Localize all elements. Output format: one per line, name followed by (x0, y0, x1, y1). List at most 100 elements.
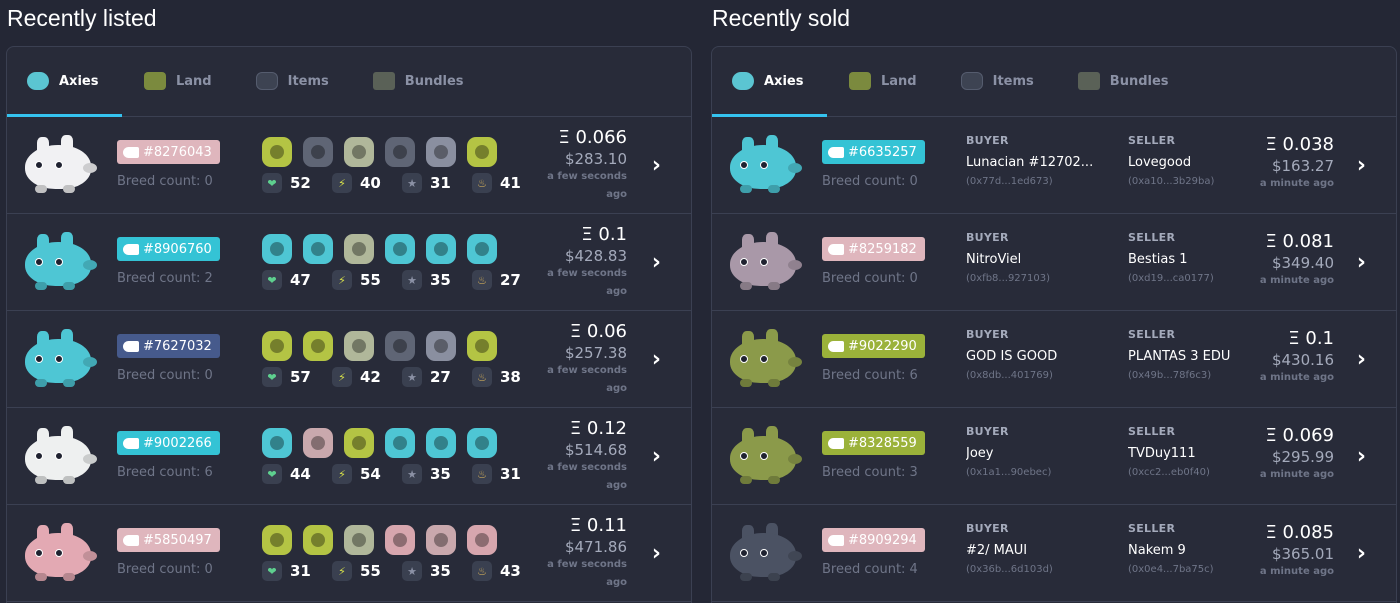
breed-count: Breed count: 0 (117, 562, 213, 577)
listing-row[interactable]: #9002266 Breed count: 6 ❤ 44 ⚡ 54 ★ 35 ♨ 31 Ξ 0.12… (7, 408, 691, 505)
axie-id-badge[interactable]: #7627032 (117, 334, 220, 358)
stat-value: 44 (290, 465, 311, 483)
axie-id: #8259182 (848, 241, 917, 257)
seller-name[interactable]: Bestias 1 (1128, 252, 1238, 267)
tab-label: Axies (764, 73, 804, 89)
axie-id: #8276043 (143, 144, 212, 160)
listing-row[interactable]: #5850497 Breed count: 0 ❤ 31 ⚡ 55 ★ 35 ♨ 43 Ξ 0.11… (7, 505, 691, 602)
axie-id-badge[interactable]: #9022290 (822, 334, 925, 358)
breed-count: Breed count: 0 (822, 271, 918, 286)
listing-row[interactable]: #7627032 Breed count: 0 ❤ 57 ⚡ 42 ★ 27 ♨ 38 Ξ 0.06… (7, 311, 691, 408)
buyer-label: BUYER (966, 134, 1009, 147)
buyer-name[interactable]: NitroViel (966, 252, 1116, 267)
axie-tail (83, 163, 97, 173)
price-eth: Ξ 0.1 (581, 224, 627, 245)
tab-land[interactable]: Land (827, 47, 939, 115)
axie-id-badge[interactable]: #5850497 (117, 528, 220, 552)
buyer-address: (0xfb8...927103) (966, 273, 1051, 284)
axie-id-badge[interactable]: #6635257 (822, 140, 925, 164)
land-icon (849, 72, 871, 90)
axie-id-badge[interactable]: #8906760 (117, 237, 220, 261)
chevron-right-icon[interactable]: › (1357, 347, 1366, 372)
chevron-right-icon[interactable]: › (1357, 153, 1366, 178)
buyer-name[interactable]: Joey (966, 446, 1116, 461)
axie-eye (740, 161, 748, 169)
sale-row[interactable]: #8328559 Breed count: 3 BUYER Joey (0x1a1...… (712, 408, 1396, 505)
buyer-col: BUYER GOD IS GOOD (0x8db...401769) (966, 328, 1116, 381)
body-part-icon (426, 234, 456, 264)
chevron-right-icon[interactable]: › (1357, 444, 1366, 469)
buyer-name[interactable]: GOD IS GOOD (966, 349, 1116, 364)
body-parts (262, 137, 497, 167)
seller-name[interactable]: TVDuy111 (1128, 446, 1238, 461)
chevron-right-icon[interactable]: › (1357, 250, 1366, 275)
axie-id-badge[interactable]: #9002266 (117, 431, 220, 455)
skill-icon: ★ (402, 270, 422, 290)
buyer-address: (0x77d...1ed673) (966, 176, 1053, 187)
tab-axies[interactable]: Axies (712, 47, 827, 117)
stat-value: 57 (290, 368, 311, 386)
seller-col: SELLER Lovegood (0xa10...3b29ba) (1128, 134, 1238, 187)
body-part-icon (303, 137, 333, 167)
axie-id-badge[interactable]: #8909294 (822, 528, 925, 552)
axie-foot (740, 282, 752, 290)
bundles-icon (1077, 72, 1100, 90)
sale-row[interactable]: #6635257 Breed count: 0 BUYER Lunacian #127… (712, 117, 1396, 214)
tab-bundles[interactable]: Bundles (351, 47, 486, 115)
listing-row[interactable]: #8906760 Breed count: 2 ❤ 47 ⚡ 55 ★ 35 ♨ 27 Ξ 0.1 $… (7, 214, 691, 311)
buyer-label: BUYER (966, 425, 1009, 438)
axie-eye (55, 161, 63, 169)
chevron-right-icon[interactable]: › (652, 541, 661, 566)
body-part-icon (262, 331, 292, 361)
price-usd: $257.38 (564, 344, 627, 362)
axie-foot (768, 379, 780, 387)
listed-time: a few seconds ago (547, 268, 627, 297)
axie-eye (35, 161, 43, 169)
stat-value: 27 (500, 271, 521, 289)
seller-name[interactable]: Nakem 9 (1128, 543, 1238, 558)
axie-foot (63, 476, 75, 484)
axie-id-badge[interactable]: #8328559 (822, 431, 925, 455)
listed-list: #8276043 Breed count: 0 ❤ 52 ⚡ 40 ★ 31 ♨ 41 Ξ 0.06… (7, 117, 691, 602)
axie-foot (740, 185, 752, 193)
listing-row[interactable]: #8276043 Breed count: 0 ❤ 52 ⚡ 40 ★ 31 ♨ 41 Ξ 0.06… (7, 117, 691, 214)
axie-id: #8328559 (848, 435, 917, 451)
chevron-right-icon[interactable]: › (1357, 541, 1366, 566)
axie-id-col: #8259182 Breed count: 0 (822, 237, 925, 286)
class-icon (828, 534, 844, 546)
tab-label: Bundles (1109, 73, 1169, 89)
chevron-right-icon[interactable]: › (652, 444, 661, 469)
chevron-right-icon[interactable]: › (652, 347, 661, 372)
tab-label: Items (992, 73, 1034, 89)
sale-row[interactable]: #9022290 Breed count: 6 BUYER GOD IS GOOD (0… (712, 311, 1396, 408)
body-part-icon (385, 137, 415, 167)
skill-icon: ★ (402, 173, 422, 193)
tab-bundles[interactable]: Bundles (1056, 47, 1191, 115)
listed-time: a few seconds ago (547, 559, 627, 588)
sale-row[interactable]: #8259182 Breed count: 0 BUYER NitroViel (0xf… (712, 214, 1396, 311)
buyer-name[interactable]: #2/ MAUI (966, 543, 1116, 558)
body-part-icon (262, 234, 292, 264)
axie-eye (55, 452, 63, 460)
tab-items[interactable]: Items (234, 47, 351, 115)
tab-axies[interactable]: Axies (7, 47, 122, 117)
class-icon (828, 146, 844, 158)
body-part-icon (467, 525, 497, 555)
tab-land[interactable]: Land (122, 47, 234, 115)
axie-eye (760, 258, 768, 266)
axie-icon (27, 72, 49, 90)
buyer-name[interactable]: Lunacian #12702... (966, 155, 1116, 170)
seller-name[interactable]: Lovegood (1128, 155, 1238, 170)
chevron-right-icon[interactable]: › (652, 250, 661, 275)
chevron-right-icon[interactable]: › (652, 153, 661, 178)
price-eth: Ξ 0.066 (558, 127, 627, 148)
tab-items[interactable]: Items (939, 47, 1056, 115)
seller-name[interactable]: PLANTAS 3 EDU (1128, 349, 1238, 364)
items-icon (960, 72, 983, 90)
stat: ❤ 44 (262, 464, 332, 484)
sale-row[interactable]: #8909294 Breed count: 4 BUYER #2/ MAUI (0x36… (712, 505, 1396, 602)
axie-id-badge[interactable]: #8276043 (117, 140, 220, 164)
axie-id-badge[interactable]: #8259182 (822, 237, 925, 261)
axie-eye (35, 258, 43, 266)
axie-id: #7627032 (143, 338, 212, 354)
